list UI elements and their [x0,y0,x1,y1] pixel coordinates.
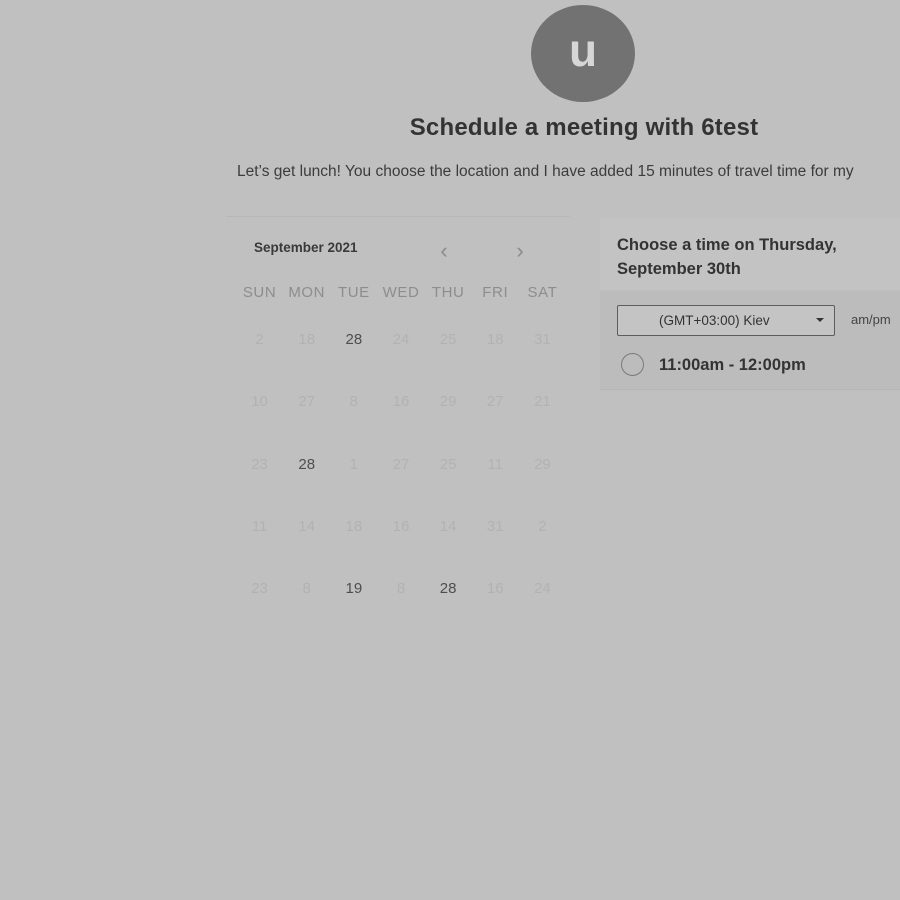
calendar-day: 27 [392,455,410,473]
calendar-day-available[interactable]: 28 [283,447,330,509]
calendar-day: 14 [298,517,316,535]
calendar-day: 27 [486,393,504,411]
calendar-day: 27 [298,393,316,411]
calendar-day: 8 [396,580,406,598]
weekday-label: TUE [337,284,370,301]
calendar-day: 25 [439,455,457,473]
chevron-left-icon: ‹ [440,238,448,263]
calendar-day: 25 [439,331,457,348]
calendar-divider [226,216,570,217]
calendar-day: 31 [486,517,504,535]
time-slot-label: 11:00am - 12:00pm [659,356,806,374]
weekday-label: MON [288,284,326,301]
timezone-select[interactable]: (GMT+03:00) Kiev [617,305,835,336]
weekday-label: FRI [482,284,509,301]
time-format-toggle[interactable]: am/pm [851,312,891,327]
calendar-day-available[interactable]: 28 [330,322,377,384]
calendar-day: 23 [251,580,268,598]
calendar-day: 18 [298,331,316,348]
avatar: u [531,5,635,102]
calendar-day: 11 [251,517,268,535]
calendar-day: 2 [255,331,264,348]
calendar-day-available[interactable]: 19 [330,571,377,633]
calendar-day: 8 [302,580,311,598]
calendar-day: 31 [534,331,551,348]
calendar-day: 21 [534,393,551,411]
timezone-value: (GMT+03:00) Kiev [659,313,770,328]
time-panel-heading: Choose a time on Thursday, September 30t… [617,236,837,278]
calendar-day: 8 [349,393,359,411]
calendar-day: 18 [345,517,363,535]
calendar-day: 18 [486,331,504,348]
weekday-label: WED [382,284,420,301]
avatar-initial: u [568,23,598,76]
calendar-day: 14 [439,517,457,535]
calendar-day: 16 [392,517,410,535]
calendar-day: 1 [349,455,359,473]
weekday-label: SUN [242,284,277,301]
calendar-day: 16 [392,393,410,411]
calendar-day: 16 [486,580,504,598]
calendar-day-available[interactable]: 28 [425,571,472,633]
chevron-right-icon: › [516,238,524,263]
radio-button[interactable] [621,353,644,376]
weekday-label: THU [431,284,465,301]
calendar-day: 29 [534,455,551,473]
calendar-day: 10 [251,393,268,411]
calendar-day: 2 [538,517,547,535]
prev-month-button[interactable]: ‹ [429,236,459,266]
calendar-day: 23 [251,455,268,473]
caret-down-icon [816,318,824,322]
weekday-header: SUN MON TUE WED THU FRI SAT [236,284,566,301]
calendar-day: 24 [392,331,410,348]
calendar-day: 29 [439,393,457,411]
weekday-label: SAT [527,284,558,301]
meeting-description: Let’s get lunch! You choose the location… [237,163,854,180]
calendar-day: 24 [534,580,551,598]
time-slot-option[interactable]: 11:00am - 12:00pm [621,353,881,379]
next-month-button[interactable]: › [505,236,535,266]
calendar-day: 11 [487,455,504,473]
month-label: September 2021 [254,240,358,255]
day-grid: 2 18 28 24 25 18 31 10 27 8 16 29 27 21 23 28 1 27 25 11 29 1… [236,322,566,633]
time-panel-divider [600,389,900,390]
page-title: Schedule a meeting with 6test [409,114,759,141]
